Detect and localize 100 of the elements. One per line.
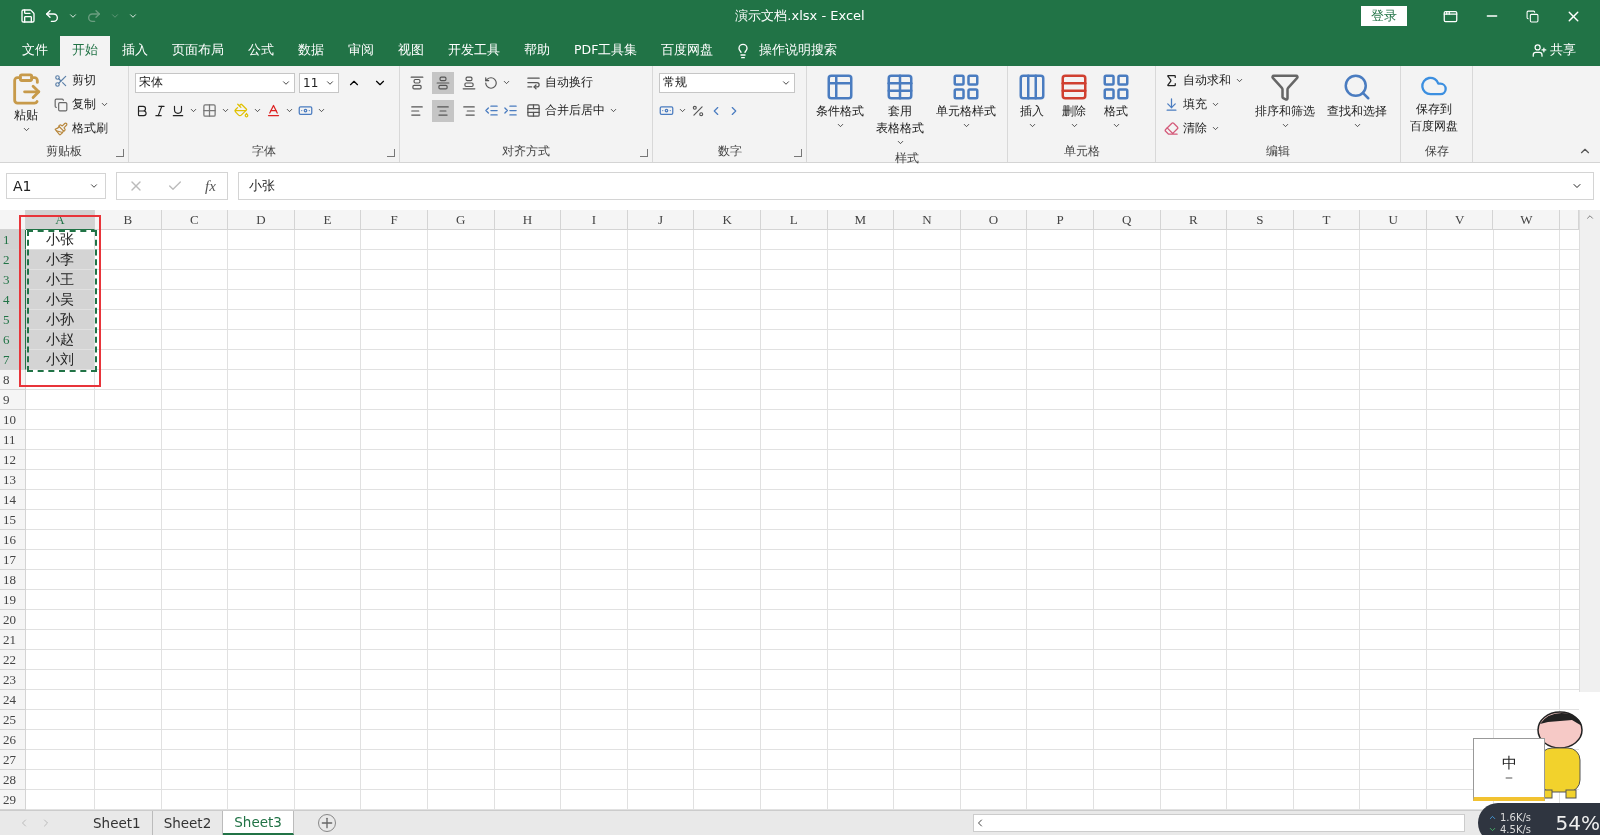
row-header[interactable]: 22 bbox=[0, 650, 26, 670]
column-header[interactable]: I bbox=[561, 210, 628, 230]
dialog-launcher[interactable] bbox=[116, 148, 124, 157]
menu-tab[interactable]: 数据 bbox=[286, 35, 336, 66]
autosum-button[interactable]: 自动求和 bbox=[1162, 69, 1246, 92]
row-header[interactable]: 5 bbox=[0, 310, 26, 330]
orientation-icon[interactable] bbox=[484, 75, 498, 90]
column-header[interactable]: D bbox=[228, 210, 295, 230]
number-format-field[interactable]: 常规 bbox=[659, 72, 795, 93]
sheet-tab[interactable]: Sheet1 bbox=[82, 811, 153, 835]
underline-icon[interactable] bbox=[171, 103, 185, 118]
cells-button[interactable]: 插入 bbox=[1014, 69, 1050, 142]
menu-tab[interactable]: 视图 bbox=[386, 35, 436, 66]
styles-button[interactable]: 条件格式 bbox=[813, 69, 867, 149]
menu-tab[interactable]: 审阅 bbox=[336, 35, 386, 66]
border-icon[interactable] bbox=[202, 103, 217, 119]
clear-button[interactable]: 清除 bbox=[1162, 117, 1246, 140]
decrease-indent-icon[interactable] bbox=[484, 103, 499, 119]
column-header[interactable]: R bbox=[1160, 210, 1228, 230]
column-header[interactable]: O bbox=[960, 210, 1028, 230]
menu-tab[interactable]: PDF工具集 bbox=[562, 35, 650, 66]
row-header[interactable]: 3 bbox=[0, 270, 26, 290]
column-header[interactable]: L bbox=[760, 210, 828, 230]
row-header[interactable]: 20 bbox=[0, 610, 26, 630]
column-header[interactable]: Q bbox=[1093, 210, 1161, 230]
column-header[interactable]: M bbox=[827, 210, 895, 230]
row-header[interactable]: 21 bbox=[0, 630, 26, 650]
font-name-field[interactable]: 宋体 bbox=[135, 72, 295, 93]
horizontal-align-button[interactable] bbox=[432, 99, 454, 122]
column-header[interactable]: T bbox=[1293, 210, 1361, 230]
dialog-launcher[interactable] bbox=[794, 148, 802, 157]
styles-button[interactable]: 套用 表格格式 bbox=[873, 69, 927, 149]
column-header[interactable]: U bbox=[1360, 210, 1427, 230]
row-header[interactable]: 12 bbox=[0, 450, 26, 470]
sheet-tab[interactable]: Sheet3 bbox=[223, 811, 294, 835]
row-header[interactable]: 7 bbox=[0, 350, 26, 370]
copy-button[interactable]: 复制 bbox=[52, 93, 111, 116]
sort-filter-button[interactable]: 排序和筛选 bbox=[1252, 69, 1318, 142]
menu-tab[interactable]: 文件 bbox=[10, 35, 60, 66]
column-header[interactable]: C bbox=[161, 210, 229, 230]
row-header[interactable]: 6 bbox=[0, 330, 26, 350]
column-header[interactable]: W bbox=[1493, 210, 1561, 230]
percent-icon[interactable] bbox=[691, 103, 705, 118]
horizontal-scrollbar[interactable] bbox=[973, 814, 1465, 832]
row-header[interactable]: 17 bbox=[0, 550, 26, 570]
format-painter-button[interactable]: 格式刷 bbox=[52, 117, 111, 140]
restore-icon[interactable] bbox=[1526, 9, 1539, 23]
row-header[interactable]: 24 bbox=[0, 690, 26, 710]
column-header[interactable]: J bbox=[627, 210, 695, 230]
column-header[interactable]: S bbox=[1227, 210, 1294, 230]
row-header[interactable]: 13 bbox=[0, 470, 26, 490]
fill-color-icon[interactable] bbox=[234, 103, 249, 119]
row-header[interactable]: 15 bbox=[0, 510, 26, 530]
find-select-button[interactable]: 查找和选择 bbox=[1324, 69, 1390, 142]
row-header[interactable]: 10 bbox=[0, 410, 26, 430]
row-header[interactable]: 2 bbox=[0, 250, 26, 270]
column-header[interactable]: E bbox=[294, 210, 362, 230]
row-header[interactable]: 26 bbox=[0, 730, 26, 750]
name-box[interactable]: A1 bbox=[6, 173, 106, 200]
cells-button[interactable]: 删除 bbox=[1056, 69, 1092, 142]
column-header[interactable]: N bbox=[894, 210, 961, 230]
column-header[interactable]: G bbox=[427, 210, 495, 230]
login-button[interactable]: 登录 bbox=[1361, 6, 1407, 27]
column-header[interactable]: H bbox=[494, 210, 562, 230]
ribbon-display-icon[interactable] bbox=[1443, 8, 1458, 24]
font-color-icon[interactable] bbox=[266, 103, 281, 119]
styles-button[interactable]: 单元格样式 bbox=[933, 69, 999, 149]
row-header[interactable]: 25 bbox=[0, 710, 26, 730]
merge-center-button[interactable]: 合并后居中 bbox=[524, 99, 620, 122]
menu-tab[interactable]: 开始 bbox=[60, 35, 110, 66]
increase-indent-icon[interactable] bbox=[503, 103, 518, 119]
row-header[interactable]: 19 bbox=[0, 590, 26, 610]
bold-icon[interactable] bbox=[135, 103, 149, 118]
menu-tab[interactable]: 插入 bbox=[110, 35, 160, 66]
row-header[interactable]: 11 bbox=[0, 430, 26, 450]
font-size-field[interactable]: 11 bbox=[299, 72, 339, 93]
menu-tab[interactable]: 页面布局 bbox=[160, 35, 236, 66]
cells-button[interactable]: 格式 bbox=[1098, 69, 1134, 142]
column-header[interactable]: P bbox=[1027, 210, 1094, 230]
dialog-launcher[interactable] bbox=[387, 148, 395, 157]
formula-field[interactable]: 小张 bbox=[238, 172, 1594, 201]
wrap-text-button[interactable]: 自动换行 bbox=[524, 71, 595, 94]
row-header[interactable]: 28 bbox=[0, 770, 26, 790]
ime-indicator[interactable]: 中 bbox=[1473, 738, 1545, 801]
vertical-scrollbar[interactable] bbox=[1579, 210, 1600, 692]
menu-tab[interactable]: 公式 bbox=[236, 35, 286, 66]
column-header[interactable]: F bbox=[361, 210, 428, 230]
row-header[interactable]: 14 bbox=[0, 490, 26, 510]
scroll-up-icon[interactable] bbox=[1585, 212, 1595, 222]
row-header[interactable]: 9 bbox=[0, 390, 26, 410]
row-header[interactable]: 8 bbox=[0, 370, 26, 390]
dialog-launcher[interactable] bbox=[640, 148, 648, 157]
column-header[interactable]: B bbox=[95, 210, 162, 230]
paste-button[interactable]: 粘贴 bbox=[6, 69, 46, 142]
save-icon[interactable] bbox=[20, 8, 36, 25]
menu-tab[interactable]: 开发工具 bbox=[436, 35, 512, 66]
row-header[interactable]: 29 bbox=[0, 790, 26, 810]
row-header[interactable]: 18 bbox=[0, 570, 26, 590]
tell-me-search[interactable]: 操作说明搜索 bbox=[725, 35, 848, 66]
column-header[interactable]: K bbox=[694, 210, 761, 230]
